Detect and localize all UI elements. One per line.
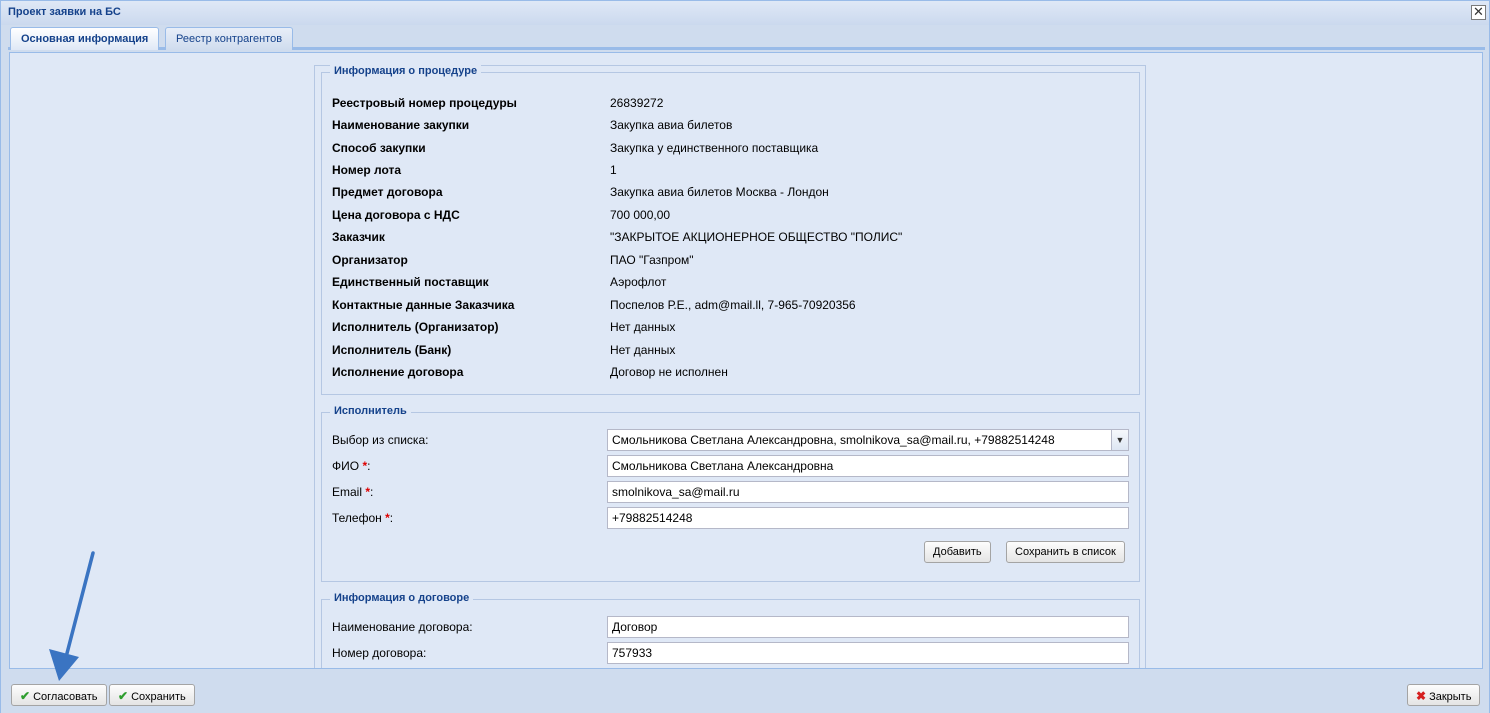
info-label: Исполнение договора: [332, 365, 464, 379]
fio-label: ФИО *:: [332, 459, 370, 473]
contract-date-field[interactable]: [607, 668, 1129, 669]
close-button[interactable]: ✖ Закрыть: [1407, 684, 1481, 706]
info-value: ПАО "Газпром": [610, 253, 694, 267]
info-label: Наименование закупки: [332, 118, 470, 132]
procedure-info-legend: Информация о процедуре: [330, 65, 482, 77]
contract-name-label: Наименование договора:: [332, 620, 473, 634]
fio-label-text: ФИО: [332, 459, 360, 473]
info-value: Аэрофлот: [610, 275, 667, 289]
executor-fieldset: Исполнитель Выбор из списка: Смольникова…: [321, 405, 1140, 582]
info-label: Единственный поставщик: [332, 275, 489, 289]
close-button-label: Закрыть: [1429, 691, 1472, 703]
contract-name-field[interactable]: Договор: [607, 616, 1129, 638]
bottom-toolbar: ✔ Согласовать ✔ Сохранить ✖ Закрыть: [1, 675, 1489, 713]
executor-select-value: Смольникова Светлана Александровна, smol…: [612, 433, 1055, 447]
phone-label: Телефон *:: [332, 511, 393, 525]
info-label: Номер лота: [332, 163, 402, 177]
info-label: Организатор: [332, 253, 408, 267]
info-value: 26839272: [610, 96, 664, 110]
contract-number-field[interactable]: 757933: [607, 642, 1129, 664]
info-value: 1: [610, 163, 617, 177]
phone-field[interactable]: +79882514248: [607, 507, 1129, 529]
phone-label-text: Телефон: [332, 511, 382, 525]
contract-number-label: Номер договора:: [332, 646, 427, 660]
info-label: Предмет договора: [332, 185, 443, 199]
executor-legend: Исполнитель: [330, 405, 411, 417]
tab-label: Основная информация: [21, 33, 149, 45]
email-label: Email *:: [332, 485, 373, 499]
info-label: Исполнитель (Банк): [332, 343, 452, 357]
info-label: Исполнитель (Организатор): [332, 320, 499, 334]
tab-label: Реестр контрагентов: [176, 33, 283, 45]
email-label-text: Email: [332, 485, 363, 499]
procedure-info-fieldset: Информация о процедуре Реестровый номер …: [321, 65, 1140, 395]
save-button-label: Сохранить: [131, 691, 186, 703]
info-value: Закупка у единственного поставщика: [610, 141, 819, 155]
checkmark-icon: ✔: [118, 689, 129, 703]
info-label: Реестровый номер процедуры: [332, 96, 517, 110]
info-value: Нет данных: [610, 343, 676, 357]
email-field[interactable]: smolnikova_sa@mail.ru: [607, 481, 1129, 503]
tab-main-info[interactable]: Основная информация: [10, 27, 160, 50]
info-value: 700 000,00: [610, 208, 671, 222]
tab-bar: Основная информация Реестр контрагентов: [8, 25, 1485, 50]
tab-counterparties[interactable]: Реестр контрагентов: [165, 27, 294, 50]
close-icon: ✖: [1416, 689, 1427, 703]
info-value: Закупка авиа билетов Москва - Лондон: [610, 185, 829, 199]
contract-info-fieldset: Информация о договоре Наименование догов…: [321, 592, 1140, 669]
approve-button[interactable]: ✔ Согласовать: [11, 684, 107, 706]
dialog-window: Проект заявки на БС ✕ Основная информаци…: [0, 0, 1490, 713]
info-label: Способ закупки: [332, 141, 426, 155]
label-colon: :: [367, 459, 371, 473]
label-colon: :: [370, 485, 374, 499]
close-icon[interactable]: ✕: [1471, 5, 1486, 20]
info-label: Цена договора с НДС: [332, 208, 460, 222]
contract-info-legend: Информация о договоре: [330, 592, 474, 604]
info-value: Поспелов Р.Е., adm@mail.ll, 7-965-709203…: [610, 298, 856, 312]
window-title: Проект заявки на БС: [8, 6, 121, 18]
check-circle-icon: ✔: [20, 689, 31, 703]
approve-button-label: Согласовать: [33, 691, 98, 703]
info-value: Закупка авиа билетов: [610, 118, 733, 132]
executor-select[interactable]: Смольникова Светлана Александровна, smol…: [607, 429, 1129, 451]
info-label: Контактные данные Заказчика: [332, 298, 515, 312]
info-value: "ЗАКРЫТОЕ АКЦИОНЕРНОЕ ОБЩЕСТВО "ПОЛИС": [610, 230, 903, 244]
label-colon: :: [389, 511, 394, 525]
executor-select-label: Выбор из списка:: [332, 433, 429, 447]
chevron-down-icon[interactable]: ▼: [1111, 430, 1128, 450]
info-value: Договор не исполнен: [610, 365, 728, 379]
save-to-list-button[interactable]: Сохранить в список: [1006, 541, 1125, 563]
info-value: Нет данных: [610, 320, 676, 334]
info-label: Заказчик: [332, 230, 385, 244]
form-panel: Информация о процедуре Реестровый номер …: [314, 65, 1146, 669]
title-bar: Проект заявки на БС ✕: [1, 1, 1489, 25]
add-button[interactable]: Добавить: [924, 541, 991, 563]
save-button[interactable]: ✔ Сохранить: [109, 684, 195, 706]
main-content[interactable]: Информация о процедуре Реестровый номер …: [9, 52, 1483, 669]
fio-field[interactable]: Смольникова Светлана Александровна: [607, 455, 1129, 477]
